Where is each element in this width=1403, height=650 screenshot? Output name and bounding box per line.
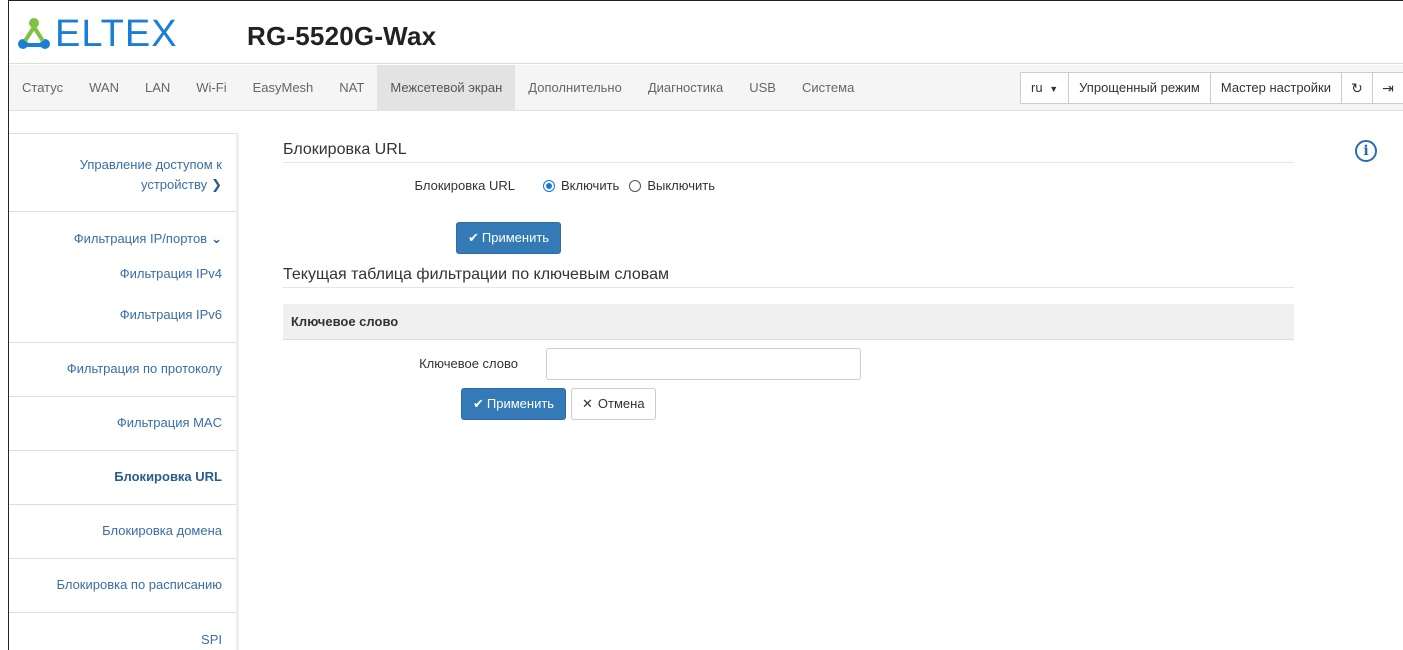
check-icon: ✔ <box>468 230 479 245</box>
sidebar-divider <box>9 504 236 505</box>
sidebar-item-ip-port-filter[interactable]: Фильтрация IP/портов ⌄ <box>9 229 236 249</box>
close-icon: ✕ <box>582 396 593 411</box>
sidebar-divider <box>9 211 236 212</box>
radio-enable[interactable] <box>543 179 555 192</box>
url-block-label: Блокировка URL <box>414 178 515 193</box>
language-dropdown[interactable]: ru ▼ <box>1020 72 1070 104</box>
eltex-logo-icon <box>18 18 50 49</box>
sidebar-item-spi[interactable]: SPI <box>9 630 236 650</box>
radio-enable-label: Включить <box>561 178 620 193</box>
language-value: ru <box>1031 80 1043 95</box>
sidebar-divider <box>9 558 236 559</box>
simple-mode-button[interactable]: Упрощенный режим <box>1068 72 1211 104</box>
apply-keyword-button-label: Применить <box>486 396 555 411</box>
apply-keyword-button[interactable]: ✔ Применить <box>461 388 567 420</box>
nav-wan[interactable]: WAN <box>76 65 132 111</box>
nav-diagnostics[interactable]: Диагностика <box>635 65 736 111</box>
section-divider <box>283 162 1294 163</box>
device-model: RG-5520G-Wax <box>247 21 437 51</box>
sidebar-item-mac-filter[interactable]: Фильтрация MAC <box>9 413 236 433</box>
header: ELTEX RG-5520G-Wax <box>9 1 1403 64</box>
sidebar-item-label: Фильтрация IP/портов <box>73 231 208 246</box>
sidebar-item-device-access[interactable]: Управление доступом к устройству ❯ <box>9 155 236 195</box>
setup-wizard-button[interactable]: Мастер настройки <box>1209 72 1342 104</box>
nav-nat[interactable]: NAT <box>326 65 377 111</box>
nav-advanced[interactable]: Дополнительно <box>515 65 635 111</box>
section-divider <box>283 287 1294 288</box>
chevron-right-icon: ❯ <box>211 177 222 192</box>
info-icon[interactable]: i <box>1355 140 1377 162</box>
sidebar-divider <box>9 612 236 613</box>
app-frame: ELTEX RG-5520G-Wax Статус WAN LAN Wi-Fi … <box>8 0 1403 650</box>
logo: ELTEX <box>17 15 178 53</box>
nav-usb[interactable]: USB <box>736 65 789 111</box>
sidebar-divider <box>9 396 236 397</box>
sidebar-item-ipv6-filter[interactable]: Фильтрация IPv6 <box>9 305 236 325</box>
sidebar: Управление доступом к устройству ❯ Фильтр… <box>9 133 239 650</box>
sidebar-item-schedule-block[interactable]: Блокировка по расписанию <box>9 575 236 595</box>
sidebar-item-url-block[interactable]: Блокировка URL <box>9 467 236 487</box>
cancel-button-label: Отмена <box>597 396 645 411</box>
nav-wifi[interactable]: Wi-Fi <box>183 65 239 111</box>
refresh-button[interactable]: ↻ <box>1341 72 1373 104</box>
nav-firewall[interactable]: Межсетевой экран <box>377 65 516 111</box>
check-icon: ✔ <box>473 396 484 411</box>
chevron-down-icon: ⌄ <box>211 231 222 246</box>
refresh-icon: ↻ <box>1351 80 1363 96</box>
sidebar-item-protocol-filter[interactable]: Фильтрация по протоколу <box>9 359 236 379</box>
radio-disable[interactable] <box>629 179 642 192</box>
radio-disable-label: Выключить <box>647 178 715 193</box>
sidebar-item-ipv4-filter[interactable]: Фильтрация IPv4 <box>9 264 236 284</box>
apply-button[interactable]: ✔ Применить <box>456 222 562 254</box>
nav-lan[interactable]: LAN <box>132 65 183 111</box>
apply-button-label: Применить <box>481 230 550 245</box>
logout-icon: ⇥ <box>1382 80 1394 96</box>
section-title-url-block: Блокировка URL <box>283 141 407 158</box>
keyword-table-header: Ключевое слово <box>283 304 1294 340</box>
keyword-label: Ключевое слово <box>419 356 518 371</box>
top-navbar: Статус WAN LAN Wi-Fi EasyMesh NAT Межсет… <box>9 65 1403 111</box>
sidebar-item-label: Управление доступом к <box>79 157 222 172</box>
cancel-button[interactable]: ✕ Отмена <box>571 388 656 420</box>
sidebar-item-label: устройству <box>140 177 208 192</box>
url-block-radio-group: Включить Выключить <box>543 178 725 193</box>
sidebar-divider <box>9 342 236 343</box>
caret-down-icon: ▼ <box>1049 84 1059 94</box>
keyword-input[interactable] <box>546 348 861 380</box>
sidebar-divider <box>9 133 236 134</box>
section-title-keyword-table: Текущая таблица фильтрации по ключевым с… <box>283 266 670 283</box>
nav-easymesh[interactable]: EasyMesh <box>240 65 327 111</box>
sidebar-divider <box>9 450 236 451</box>
sidebar-item-domain-block[interactable]: Блокировка домена <box>9 521 236 541</box>
logo-text: ELTEX <box>55 13 178 55</box>
logout-button[interactable]: ⇥ <box>1372 72 1403 104</box>
nav-status[interactable]: Статус <box>9 65 76 111</box>
nav-system[interactable]: Система <box>789 65 867 111</box>
